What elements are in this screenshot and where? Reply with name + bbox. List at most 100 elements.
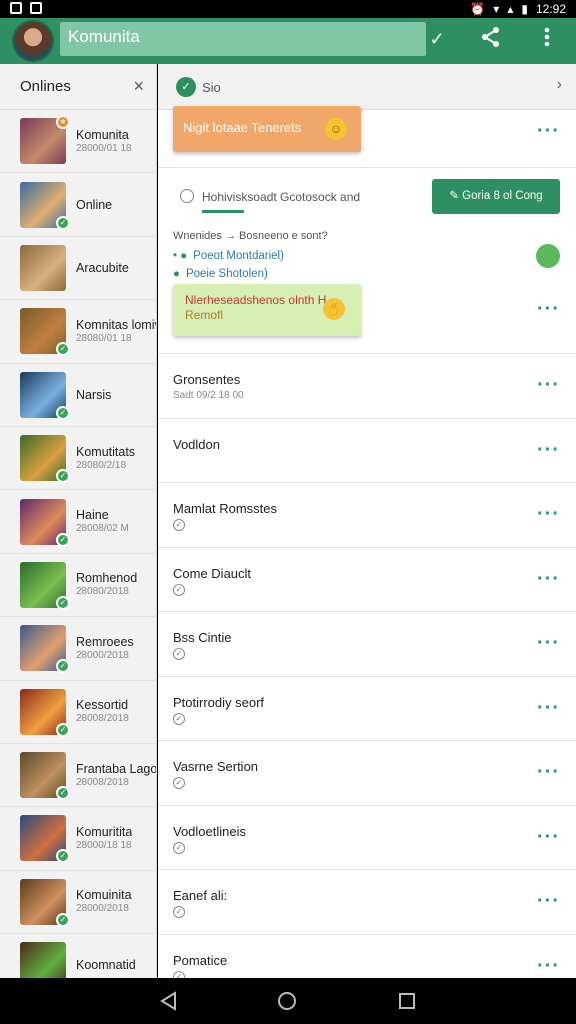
online-badge-icon: ✓: [56, 786, 70, 801]
go-button[interactable]: ✎ Goria 8 ol Cong: [432, 179, 560, 214]
contact-name: Frantaba Lagoone: [76, 761, 156, 776]
contact-row[interactable]: ✓ Narsis: [0, 364, 156, 427]
message-row[interactable]: Bss Cintie ✓ ···: [158, 612, 576, 677]
contact-date: 28000/2018: [76, 649, 129, 661]
online-badge-icon: ✓: [56, 469, 70, 484]
contact-text: Aracubite: [76, 261, 129, 275]
contact-avatar: ✓: [20, 498, 70, 547]
contact-row[interactable]: ✓ Komuinita 28000/2018: [0, 871, 156, 935]
go-button-label: Goria 8 ol Cong: [462, 190, 543, 202]
more-horiz-icon[interactable]: ···: [537, 120, 560, 143]
contact-avatar: ✓: [20, 815, 70, 864]
message-title: Come Diauclt: [173, 565, 252, 581]
notification-icon: [10, 2, 22, 14]
more-horiz-icon[interactable]: ···: [537, 826, 560, 849]
poll-option[interactable]: ● Poeie Shotolen): [173, 268, 268, 280]
contact-avatar: ✓: [20, 625, 70, 674]
contact-row[interactable]: ✓ Komutitats 28080/2/18: [0, 427, 156, 491]
contact-name: Koomnatid: [76, 958, 136, 973]
contact-row[interactable]: Aracubite: [0, 237, 156, 301]
message-row[interactable]: Gronsentes Sadt 09/2 18 00 ···: [158, 354, 576, 419]
online-badge-icon: ✓: [56, 659, 70, 674]
contact-date: 28000/18 18: [76, 839, 132, 851]
more-horiz-icon[interactable]: ···: [537, 374, 560, 397]
online-badge-icon: ✓: [56, 912, 70, 927]
recents-icon[interactable]: [396, 990, 418, 1012]
message-row[interactable]: Ptotirrodiy seorf ✓ ···: [158, 677, 576, 741]
online-badge-icon: ✓: [56, 342, 70, 357]
check-circle-icon: ✓: [173, 583, 185, 596]
contact-name: Kessortid: [76, 698, 129, 713]
message-row[interactable]: Pomatice ✓ ···: [158, 935, 576, 978]
navigation-bar: [0, 978, 576, 1024]
check-circle-icon: ✓: [173, 712, 185, 725]
message-row[interactable]: Vasrne Sertion ✓ ···: [158, 741, 576, 806]
contact-row[interactable]: ✓ Kessortid 28008/2018: [0, 681, 156, 744]
contact-text: Online: [76, 198, 112, 212]
contact-date: 28008/02 M: [76, 523, 129, 535]
check-icon[interactable]: ✓: [426, 22, 448, 56]
contact-list: ★ Komunita 28000/01 18 ✓ Online Aracubite ✓ Kom…: [0, 110, 156, 978]
share-icon[interactable]: [476, 26, 506, 56]
poll-option[interactable]: • ● Poeot Montdariel): [173, 250, 284, 262]
message-row[interactable]: Come Diauclt ✓ ···: [158, 548, 576, 612]
notification-badge-icon: ★: [56, 115, 70, 130]
contact-name: Komuritita: [76, 824, 133, 839]
contact-row[interactable]: ✓ Frantaba Lagoone28008/2018: [0, 744, 156, 808]
more-horiz-icon[interactable]: ···: [537, 298, 560, 321]
more-horiz-icon[interactable]: ···: [537, 632, 560, 655]
message-title: Vodldon: [173, 436, 220, 452]
more-horiz-icon[interactable]: ···: [537, 955, 560, 978]
chat-header: ✓ Sio ›: [158, 64, 576, 110]
message-title: Bss Cintie: [173, 630, 232, 645]
contact-row[interactable]: ✓ Haine 28008/02 M: [0, 490, 156, 554]
more-horiz-icon[interactable]: ···: [537, 503, 560, 526]
back-icon[interactable]: [158, 990, 180, 1012]
profile-avatar[interactable]: [12, 20, 54, 62]
more-horiz-icon[interactable]: ···: [537, 697, 560, 720]
poll-card: Hohivisksoadt Gcotosock and ✎ Goria 8 ol…: [158, 168, 576, 354]
message-row[interactable]: Eanef ali: ✓ ···: [158, 870, 576, 935]
contact-row[interactable]: ✓ Komnitas lomivantni28080/01 18: [0, 300, 156, 364]
check-circle-icon: ✓: [173, 906, 185, 918]
notification-icon: [30, 2, 42, 14]
contact-text: Haine 28008/02 M: [76, 508, 129, 535]
contact-name: Komutitats: [76, 444, 136, 459]
signal-icon: ▴: [507, 2, 514, 16]
status-bar: ⏰ ▾ ▴ ▮ 12:92: [0, 0, 576, 18]
more-vert-icon[interactable]: [532, 26, 562, 56]
toast-text: Nigit lotaae Tenerets: [183, 120, 302, 135]
message-row[interactable]: Vodloetlineis ✓ ···: [158, 806, 576, 870]
contact-date: 28000/01 18: [76, 142, 132, 154]
more-horiz-icon[interactable]: ···: [537, 568, 560, 591]
more-horiz-icon[interactable]: ···: [537, 890, 560, 913]
thumbs-icon: ✋: [323, 298, 345, 320]
contact-row[interactable]: ✓ Romhenod 28080/2018: [0, 554, 156, 618]
message-title: Mamlat Romsstes: [173, 501, 278, 516]
close-icon[interactable]: ×: [133, 76, 144, 97]
more-horiz-icon[interactable]: ···: [537, 439, 560, 462]
home-icon[interactable]: [276, 990, 298, 1012]
message-row[interactable]: Vodldon ···: [158, 419, 576, 483]
contact-name: Romhenod: [76, 571, 138, 586]
notification-toast[interactable]: Nlerheseadshenos olnth H Remofl ✋: [173, 284, 361, 336]
contact-row[interactable]: Koomnatid: [0, 934, 156, 978]
status-icon: ✓: [176, 77, 196, 97]
notification-toast[interactable]: Nigit lotaae Tenerets ☺: [173, 106, 361, 152]
radio-button[interactable]: [180, 189, 194, 203]
contact-text: Romhenod 28080/2018: [76, 571, 137, 598]
contact-row[interactable]: ★ Komunita 28000/01 18: [0, 110, 156, 174]
chevron-right-icon[interactable]: ›: [557, 76, 562, 94]
message-card[interactable]: Nigit lotaae Tenerets ☺ ···: [158, 106, 576, 168]
message-date: Sadt 09/2 18 00: [173, 390, 244, 401]
contact-row[interactable]: ✓ Komuritita 28000/18 18: [0, 807, 156, 871]
contact-row[interactable]: ✓ Remroees 28000/2018: [0, 617, 156, 681]
contact-avatar: ✓: [20, 181, 70, 230]
contact-text: Frantaba Lagoone28008/2018: [76, 762, 156, 789]
contact-name: Aracubite: [76, 260, 129, 275]
message-row[interactable]: Mamlat Romsstes ✓ ···: [158, 483, 576, 548]
poll-option-label: Poeie Shotolen): [185, 268, 268, 280]
more-horiz-icon[interactable]: ···: [537, 761, 560, 784]
check-circle-icon: ✓: [173, 970, 185, 978]
contact-row[interactable]: ✓ Online: [0, 173, 156, 237]
